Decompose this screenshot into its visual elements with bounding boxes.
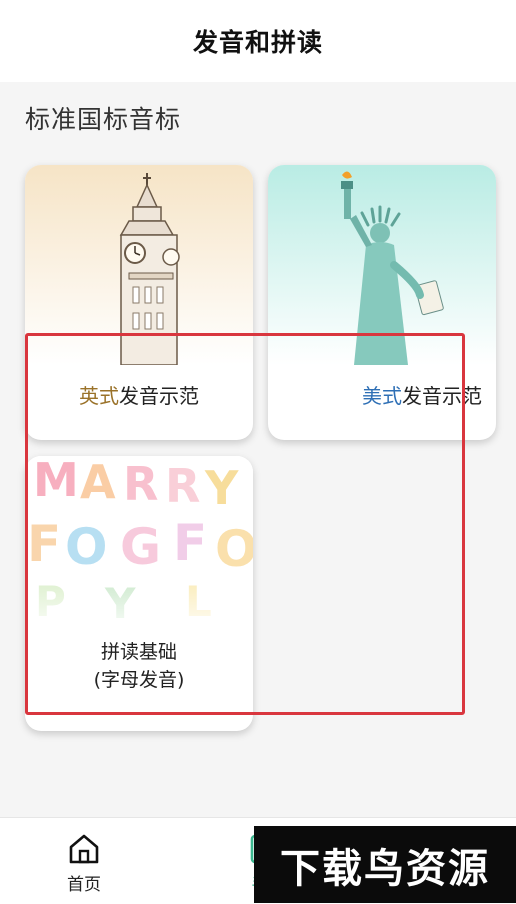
british-label-rest: 发音示范 [119, 384, 199, 408]
american-pronunciation-card[interactable]: 美式发音示范 [268, 165, 496, 440]
svg-text:Y: Y [204, 461, 239, 515]
phonics-title: 拼读基础 [100, 641, 177, 663]
home-icon [69, 834, 99, 864]
colorful-letters-illustration: M A R R Y F O G F O P Y L [25, 456, 253, 656]
american-label-rest: 发音示范 [402, 384, 482, 408]
section-title: 标准国标音标 [25, 105, 182, 134]
british-pronunciation-card[interactable]: 英式发音示范 [25, 165, 253, 440]
statue-of-liberty-illustration [268, 165, 496, 365]
american-accent-text: 美式 [362, 384, 402, 408]
phonics-basics-card[interactable]: M A R R Y F O G F O P Y L [25, 456, 253, 731]
american-pronunciation-label: 美式发音示范 [308, 380, 496, 409]
svg-text:O: O [215, 520, 253, 578]
phonics-label: 拼读基础 (字母发音) [25, 638, 253, 694]
british-accent-text: 英式 [79, 384, 119, 408]
svg-text:G: G [120, 518, 161, 576]
british-pronunciation-label: 英式发音示范 [25, 380, 253, 409]
phonics-subtitle: (字母发音) [93, 669, 185, 691]
watermark-text: 下载鸟资源 [280, 845, 490, 892]
big-ben-illustration [25, 165, 253, 365]
tab-home[interactable]: 首页 [24, 818, 144, 904]
svg-text:R: R [123, 457, 158, 511]
watermark-banner: 下载鸟资源 [254, 826, 516, 903]
svg-text:R: R [165, 459, 200, 513]
svg-text:F: F [173, 514, 207, 572]
page-title: 发音和拼读 [192, 28, 323, 57]
app-header: 发音和拼读 [0, 0, 516, 82]
svg-text:A: A [80, 456, 116, 509]
svg-text:O: O [65, 518, 108, 576]
svg-text:M: M [33, 456, 79, 507]
svg-text:F: F [27, 515, 61, 573]
tab-home-label: 首页 [67, 875, 101, 895]
